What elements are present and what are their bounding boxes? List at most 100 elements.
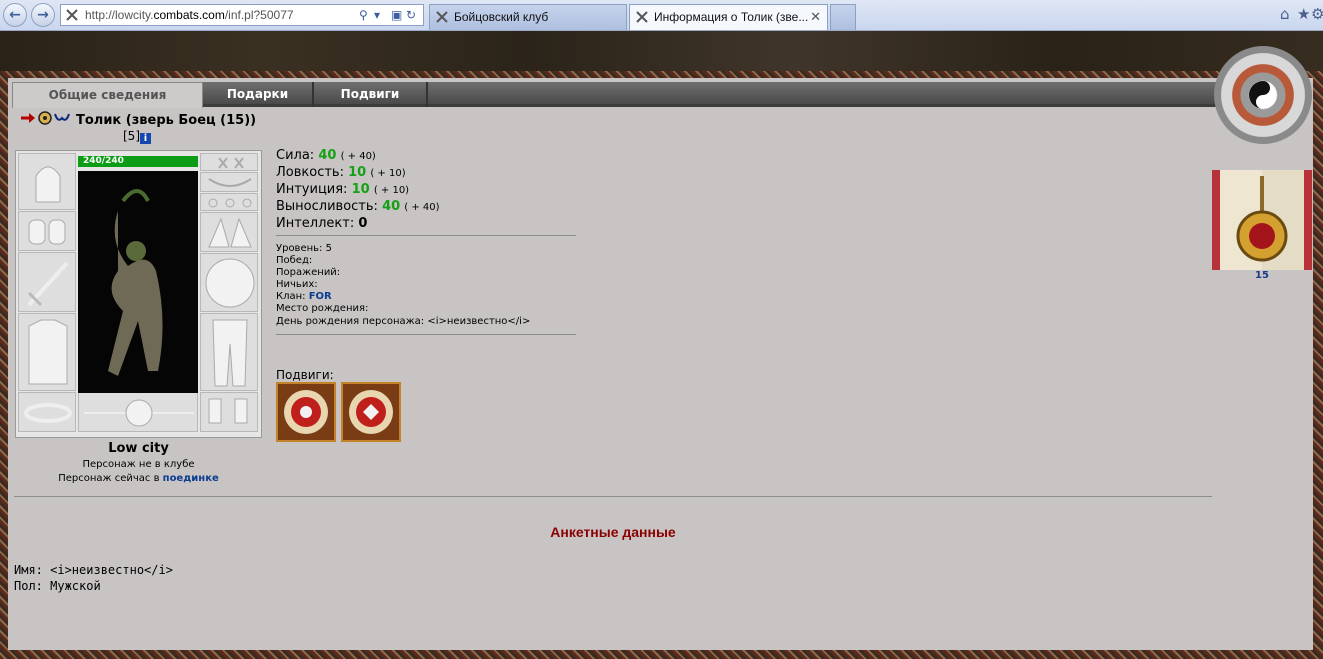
stat-bonus: ( + 40) bbox=[404, 202, 440, 213]
achievement-badge[interactable] bbox=[341, 382, 401, 442]
profile-name: Имя: <i>неизвестно</i> bbox=[14, 563, 173, 577]
gloves-slot[interactable] bbox=[200, 212, 258, 252]
info-birthplace: Место рождения: bbox=[276, 303, 369, 315]
url-text: http://lowcity.combats.com/inf.pl?50077 bbox=[85, 8, 294, 22]
leggings-icon bbox=[212, 319, 248, 387]
fist-emblem-icon bbox=[84, 399, 194, 427]
achievement-rune-icon bbox=[349, 390, 393, 434]
rank-medal bbox=[1214, 46, 1312, 144]
shield-slot[interactable] bbox=[200, 253, 258, 312]
align-icon[interactable] bbox=[54, 111, 70, 125]
necklace-slot[interactable] bbox=[200, 172, 258, 192]
location-status: Персонаж сейчас в поединке bbox=[15, 473, 262, 485]
settings-icon[interactable]: ⚙ bbox=[1311, 5, 1323, 23]
stat-label: Сила: bbox=[276, 148, 315, 163]
amulet-slot[interactable] bbox=[78, 392, 198, 432]
tab-gifts[interactable]: Подарки bbox=[203, 82, 314, 107]
rings-slot[interactable] bbox=[200, 193, 258, 211]
character-portrait bbox=[78, 171, 198, 393]
beast-image bbox=[108, 189, 163, 376]
stat-strength: Сила: 40 ( + 40) bbox=[276, 148, 440, 165]
section-divider bbox=[14, 496, 1212, 497]
info-icon[interactable]: i bbox=[140, 133, 151, 144]
profile-data: Имя: <i>неизвестно</i> Пол: Мужской bbox=[14, 562, 173, 594]
boots-slot[interactable] bbox=[200, 392, 258, 432]
belt-icon bbox=[24, 403, 72, 423]
hp-bar: 240/240 bbox=[78, 156, 198, 167]
stat-bonus: ( + 10) bbox=[370, 168, 406, 179]
stat-label: Ловкость: bbox=[276, 165, 344, 180]
boots-icon bbox=[208, 398, 248, 424]
stat-value: 40 bbox=[382, 199, 401, 214]
stat-value: 10 bbox=[351, 182, 370, 197]
favorites-icon[interactable]: ★ bbox=[1297, 5, 1310, 23]
stats-list: Сила: 40 ( + 40) Ловкость: 10 ( + 10) Ин… bbox=[276, 148, 440, 232]
tab-label: Бойцовский клуб bbox=[454, 10, 549, 24]
book-emblem[interactable] bbox=[1212, 170, 1312, 270]
stat-bonus: ( + 40) bbox=[340, 151, 376, 162]
tab-general-info[interactable]: Общие сведения bbox=[12, 82, 203, 108]
info-level: Уровень: 5 bbox=[276, 243, 332, 254]
book-number: 15 bbox=[1255, 270, 1269, 281]
armor-slot[interactable] bbox=[18, 313, 76, 391]
browser-tab-club[interactable]: Бойцовский клуб bbox=[429, 4, 627, 30]
clan-emblem-icon[interactable] bbox=[37, 111, 53, 125]
stat-bonus: ( + 10) bbox=[373, 185, 410, 196]
tab-favicon bbox=[636, 11, 648, 23]
armor-icon bbox=[28, 319, 68, 385]
club-status: Персонаж не в клубе bbox=[82, 459, 195, 470]
character-icons bbox=[20, 110, 70, 126]
shield-icon bbox=[205, 258, 255, 308]
weapon-slot[interactable] bbox=[18, 252, 76, 312]
tab-favicon bbox=[436, 11, 448, 23]
new-tab-button[interactable] bbox=[830, 4, 856, 30]
tab-label: Информация о Толик (зве... bbox=[654, 10, 809, 24]
back-button[interactable]: ← bbox=[3, 3, 27, 27]
location-link[interactable]: поединке bbox=[163, 473, 219, 484]
necklace-icon bbox=[208, 178, 252, 187]
fist-medal-icon bbox=[1236, 176, 1288, 262]
stat-value: 0 bbox=[358, 216, 368, 231]
tab-achievements[interactable]: Подвиги bbox=[314, 82, 428, 107]
helmet-slot[interactable] bbox=[18, 153, 76, 210]
bracers-slot[interactable] bbox=[18, 211, 76, 251]
earrings-icon bbox=[218, 157, 244, 169]
helmet-icon bbox=[35, 166, 61, 203]
clan-link[interactable]: FOR bbox=[309, 291, 332, 302]
stat-value: 10 bbox=[348, 165, 367, 180]
profile-gender: Пол: Мужской bbox=[14, 579, 101, 593]
divider bbox=[276, 235, 576, 236]
forward-button[interactable]: → bbox=[31, 3, 55, 27]
dropdown-icon[interactable]: ▾ bbox=[374, 5, 380, 25]
rings-icon bbox=[208, 198, 252, 208]
arrow-icon[interactable] bbox=[20, 111, 36, 125]
stat-intuition: Интуиция: 10 ( + 10) bbox=[276, 182, 440, 199]
city-name: Low city bbox=[108, 441, 169, 456]
search-icon[interactable]: ⚲ bbox=[359, 5, 368, 25]
leggings-slot[interactable] bbox=[200, 313, 258, 391]
gloves-icon bbox=[208, 217, 252, 248]
refresh-icon[interactable]: ↻ bbox=[406, 5, 416, 25]
site-favicon bbox=[66, 9, 78, 21]
level-tag-text: [5] bbox=[123, 129, 140, 143]
home-icon[interactable]: ⌂ bbox=[1280, 5, 1290, 23]
close-tab-icon[interactable]: ✕ bbox=[810, 5, 821, 29]
stat-endurance: Выносливость: 40 ( + 40) bbox=[276, 199, 440, 216]
stat-agility: Ловкость: 10 ( + 10) bbox=[276, 165, 440, 182]
achievement-badge[interactable] bbox=[276, 382, 336, 442]
compat-icon[interactable]: ▣ bbox=[391, 5, 402, 25]
clan-label: Клан: bbox=[276, 291, 309, 303]
belt-slot[interactable] bbox=[18, 392, 76, 432]
stat-label: Интуиция: bbox=[276, 182, 348, 197]
stat-intellect: Интеллект: 0 bbox=[276, 216, 440, 232]
character-name: Толик (зверь Боец (15)) bbox=[76, 113, 257, 128]
yinyang-icon bbox=[1249, 81, 1277, 109]
earring-slot[interactable] bbox=[200, 153, 258, 171]
stat-label: Интеллект: bbox=[276, 216, 355, 231]
browser-tab-info[interactable]: Информация о Толик (зве... ✕ bbox=[629, 4, 828, 30]
character-info: Уровень: 5 Побед: Поражений: Ничьих: Кла… bbox=[276, 243, 530, 328]
address-bar[interactable]: http://lowcity.combats.com/inf.pl?50077 … bbox=[60, 4, 424, 26]
info-losses: Поражений: bbox=[276, 267, 341, 279]
level-tag: [5] i bbox=[123, 129, 151, 144]
info-clan: Клан: FOR bbox=[276, 291, 530, 303]
